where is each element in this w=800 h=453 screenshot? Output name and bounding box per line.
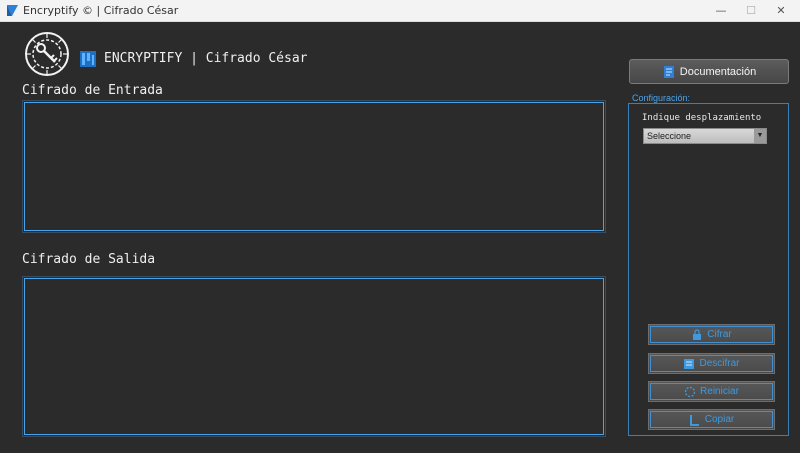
chevron-down-icon[interactable]: ▼ [754, 129, 766, 143]
minimize-button[interactable]: — [706, 0, 736, 22]
copy-label: Copiar [704, 414, 735, 425]
title-bar: Encryptify © | Cifrado César — ☐ ✕ [0, 0, 800, 22]
input-textbox[interactable] [22, 100, 606, 233]
encrypt-label: Cifrar [707, 329, 732, 340]
shift-select-value: Seleccione [647, 131, 692, 141]
copy-icon [689, 414, 699, 426]
input-label: Cifrado de Entrada [22, 83, 163, 98]
page-title: ENCRYPTIFY | Cifrado César [104, 51, 308, 66]
maximize-button[interactable]: ☐ [736, 0, 766, 22]
decrypt-button[interactable]: Descifrar [648, 353, 775, 374]
input-textarea[interactable] [23, 101, 605, 232]
close-button[interactable]: ✕ [766, 0, 796, 22]
unlock-icon [684, 358, 695, 369]
reset-label: Reiniciar [700, 386, 739, 397]
app-icon [7, 5, 18, 16]
refresh-icon [684, 386, 696, 397]
decrypt-label: Descifrar [699, 358, 740, 369]
output-textarea[interactable] [23, 277, 605, 436]
documentation-label: Documentación [679, 65, 757, 78]
cipher-wheel-icon [25, 32, 69, 76]
copy-button[interactable]: Copiar [648, 409, 775, 430]
encrypt-button[interactable]: Cifrar [648, 324, 775, 345]
config-legend: Configuración: [632, 93, 691, 103]
window-title: Encryptify © | Cifrado César [23, 4, 179, 17]
document-icon [663, 65, 674, 78]
reset-button[interactable]: Reiniciar [648, 381, 775, 402]
lock-icon [693, 328, 702, 340]
documentation-button[interactable]: Documentación [629, 59, 789, 84]
blue-square-icon [80, 51, 96, 67]
shift-label: Indique desplazamiento [642, 113, 762, 123]
output-label: Cifrado de Salida [22, 252, 156, 267]
shift-select[interactable]: Seleccione ▼ [643, 128, 767, 144]
output-textbox[interactable] [22, 276, 606, 437]
